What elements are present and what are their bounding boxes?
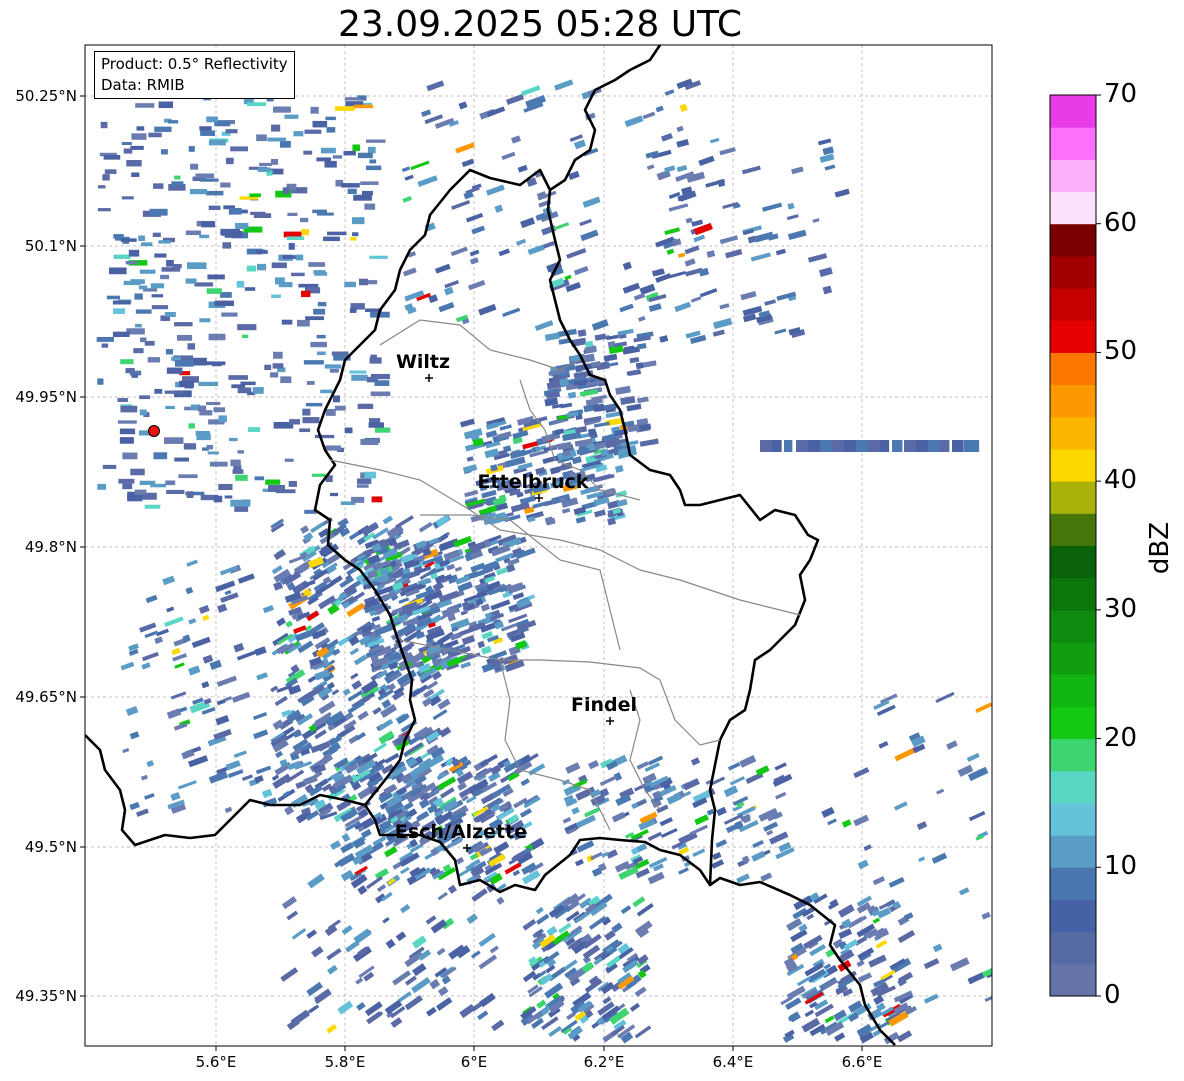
- city-label: Esch/Alzette: [395, 821, 527, 843]
- colorbar-segment: [1050, 931, 1096, 965]
- colorbar-tick-label: 50: [1104, 336, 1138, 367]
- colorbar-tick-label: 30: [1104, 593, 1138, 624]
- colorbar-tick-label: 0: [1104, 980, 1121, 1010]
- colorbar-segment: [1050, 963, 1096, 997]
- colorbar-segment: [1050, 288, 1096, 321]
- colorbar-segment: [1050, 577, 1096, 611]
- colorbar-segment: [1050, 191, 1096, 225]
- colorbar-segment: [1050, 352, 1096, 386]
- colorbar-segment: [1050, 159, 1096, 193]
- colorbar-segment: [1050, 320, 1096, 353]
- colorbar-segment: [1050, 481, 1096, 514]
- colorbar-tick-label: 60: [1104, 207, 1138, 238]
- lon-tick-label: 6.6°E: [842, 1053, 883, 1071]
- colorbar-title: dBZ: [1145, 521, 1175, 575]
- colorbar-segment: [1050, 770, 1096, 804]
- lat-tick-label: 49.35°N: [15, 987, 77, 1005]
- colorbar-segment: [1050, 899, 1096, 933]
- colorbar-segment: [1050, 642, 1096, 675]
- city-label: Findel: [571, 694, 637, 716]
- product-info-box: Product: 0.5° Reflectivity Data: RMIB: [94, 51, 295, 99]
- colorbar-segment: [1050, 95, 1096, 128]
- colorbar-segment: [1050, 127, 1096, 160]
- lat-tick-label: 49.65°N: [15, 688, 77, 706]
- city-marker: [606, 717, 614, 725]
- lon-tick-label: 6°E: [461, 1053, 488, 1071]
- colorbar-tick-label: 10: [1104, 851, 1138, 882]
- colorbar-segment: [1050, 384, 1096, 418]
- city-label: Ettelbruck: [478, 471, 589, 493]
- colorbar-tick-label: 40: [1104, 465, 1138, 496]
- radar-site-marker: [148, 425, 160, 437]
- lon-tick-label: 6.4°E: [713, 1053, 754, 1071]
- data-source-label: Data: RMIB: [101, 76, 185, 94]
- lat-tick-label: 49.8°N: [25, 538, 77, 556]
- colorbar-segment: [1050, 802, 1096, 836]
- city-marker: [425, 374, 433, 382]
- colorbar-segment: [1050, 223, 1096, 257]
- colorbar-segment: [1050, 738, 1096, 772]
- colorbar-segment: [1050, 835, 1096, 868]
- colorbar-segment: [1050, 674, 1096, 707]
- lat-tick-label: 50.1°N: [25, 237, 77, 255]
- colorbar-segment: [1050, 513, 1096, 546]
- lat-tick-label: 49.95°N: [15, 388, 77, 406]
- lat-tick-label: 50.25°N: [15, 87, 77, 105]
- lat-tick-label: 49.5°N: [25, 838, 77, 856]
- product-label: Product: 0.5° Reflectivity: [101, 55, 288, 73]
- colorbar-segment: [1050, 609, 1096, 643]
- colorbar-segment: [1050, 867, 1096, 900]
- lon-tick-label: 5.6°E: [196, 1053, 237, 1071]
- colorbar-segment: [1050, 706, 1096, 740]
- radar-map: 50.25°N 50.1°N 49.95°N 49.8°N 49.65°N 49.5°N 4…: [15, 44, 1101, 1071]
- city-label: Wiltz: [396, 351, 450, 373]
- colorbar-segment: [1050, 448, 1096, 482]
- colorbar-tick-label: 70: [1104, 79, 1138, 109]
- colorbar: [1049, 94, 1101, 997]
- lon-tick-label: 6.2°E: [584, 1053, 625, 1071]
- colorbar-tick-label: 20: [1104, 722, 1138, 753]
- colorbar-segment: [1050, 545, 1096, 579]
- radar-echoes: [96, 78, 992, 1045]
- colorbar-segment: [1050, 416, 1096, 450]
- colorbar-segment: [1050, 255, 1096, 289]
- lon-tick-label: 5.8°E: [325, 1053, 366, 1071]
